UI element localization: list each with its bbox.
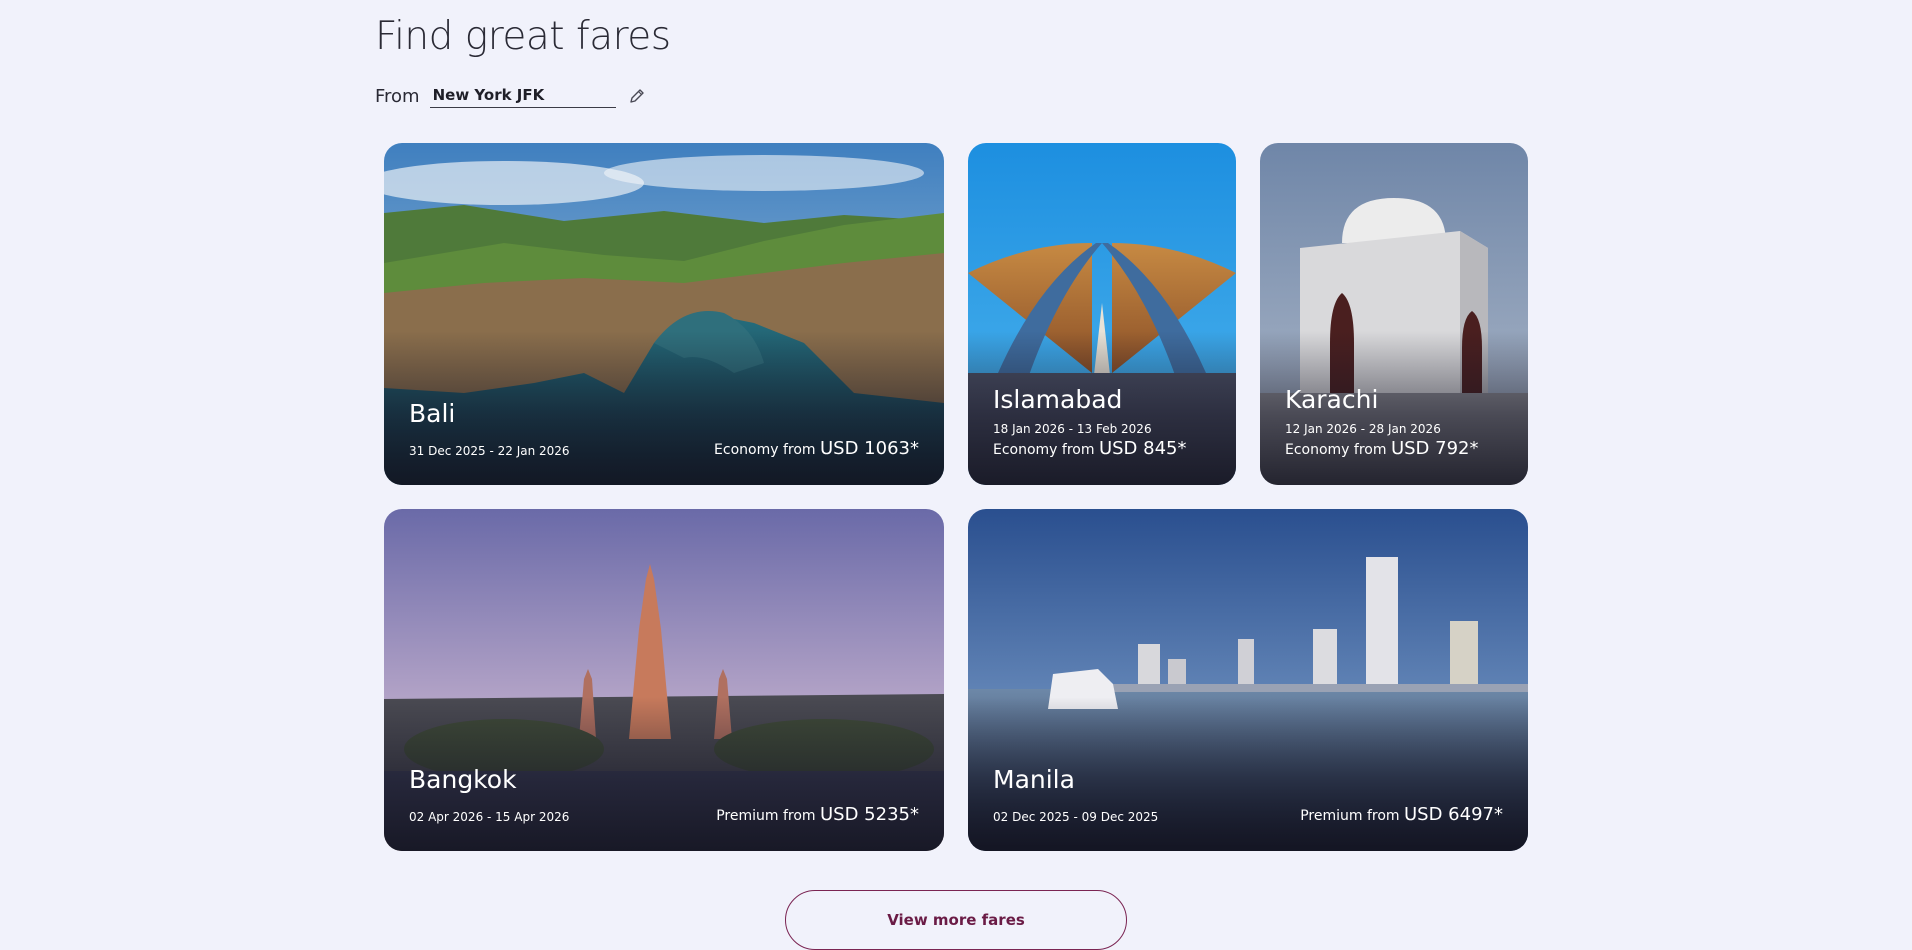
fare-card-islamabad[interactable]: Islamabad 18 Jan 2026 - 13 Feb 2026 Econ… <box>968 143 1236 485</box>
card-amount: USD 792* <box>1390 438 1479 459</box>
origin-selector: From <box>375 84 646 108</box>
card-dates: 12 Jan 2026 - 28 Jan 2026 <box>1285 422 1441 436</box>
page-title: Find great fares <box>375 14 671 59</box>
card-price: Premium from USD 6497* <box>1300 804 1503 825</box>
card-city: Bali <box>409 399 456 428</box>
card-cabin: Economy from <box>1285 442 1387 458</box>
from-label: From <box>375 85 420 107</box>
card-price: Economy from USD 792* <box>1285 438 1479 459</box>
card-price: Premium from USD 5235* <box>716 804 919 825</box>
card-cabin: Economy from <box>993 442 1095 458</box>
pencil-icon[interactable] <box>628 87 646 105</box>
card-dates: 02 Dec 2025 - 09 Dec 2025 <box>993 810 1159 824</box>
card-amount: USD 5235* <box>820 804 919 825</box>
card-city: Manila <box>993 765 1075 794</box>
card-cabin: Economy from <box>714 442 816 458</box>
card-shade <box>384 331 944 485</box>
card-city: Islamabad <box>993 385 1123 414</box>
card-cabin: Premium from <box>1300 808 1400 824</box>
card-city: Bangkok <box>409 765 517 794</box>
fare-card-bangkok[interactable]: Bangkok 02 Apr 2026 - 15 Apr 2026 Premiu… <box>384 509 944 851</box>
fare-card-bali[interactable]: Bali 31 Dec 2025 - 22 Jan 2026 Economy f… <box>384 143 944 485</box>
card-amount: USD 845* <box>1098 438 1187 459</box>
card-price: Economy from USD 1063* <box>714 438 919 459</box>
card-dates: 31 Dec 2025 - 22 Jan 2026 <box>409 444 570 458</box>
card-city: Karachi <box>1285 385 1379 414</box>
origin-input[interactable] <box>429 84 616 108</box>
card-price: Economy from USD 845* <box>993 438 1187 459</box>
card-amount: USD 1063* <box>820 438 919 459</box>
card-cabin: Premium from <box>716 808 816 824</box>
fare-card-manila[interactable]: Manila 02 Dec 2025 - 09 Dec 2025 Premium… <box>968 509 1528 851</box>
card-dates: 18 Jan 2026 - 13 Feb 2026 <box>993 422 1152 436</box>
card-dates: 02 Apr 2026 - 15 Apr 2026 <box>409 810 570 824</box>
card-amount: USD 6497* <box>1404 804 1503 825</box>
fare-card-karachi[interactable]: Karachi 12 Jan 2026 - 28 Jan 2026 Econom… <box>1260 143 1528 485</box>
view-more-fares-button[interactable]: View more fares <box>785 890 1127 950</box>
